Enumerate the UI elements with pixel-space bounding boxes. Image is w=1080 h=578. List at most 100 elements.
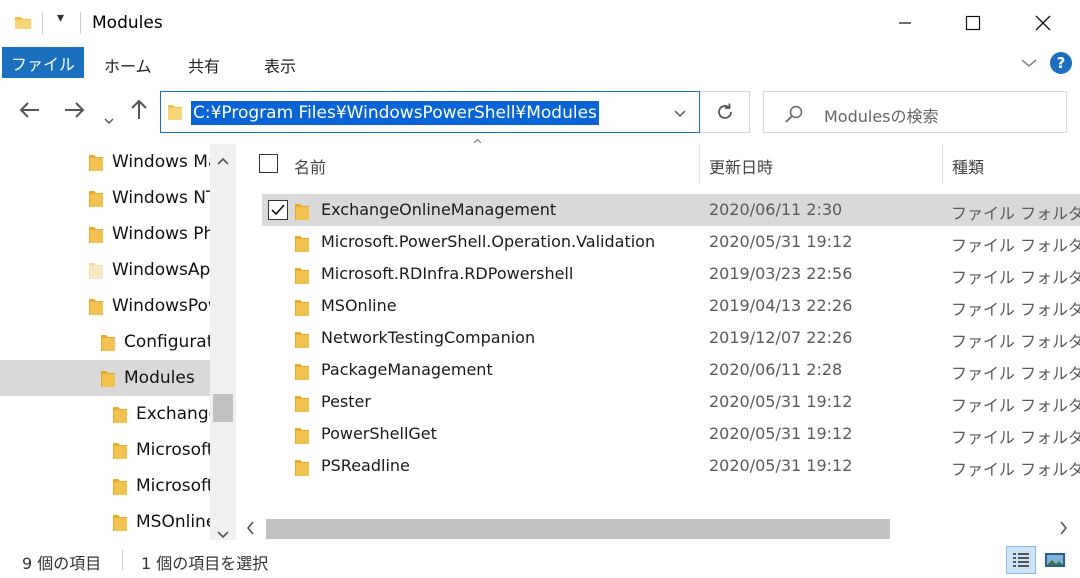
quick-access-dropdown[interactable]: ▾ <box>57 10 64 26</box>
tree-item-windows-mail[interactable]: Windows Mail <box>0 144 210 180</box>
minimize-icon <box>899 22 911 24</box>
file-row[interactable]: ExchangeOnlineManagement 2020/06/11 2:30… <box>262 194 1080 226</box>
column-divider[interactable] <box>942 144 943 184</box>
title-separator <box>80 12 81 34</box>
tree-item-label: Microsoft.RDInfra.RDPowershell <box>136 476 210 496</box>
forward-button[interactable] <box>64 100 86 124</box>
file-name: ExchangeOnlineManagement <box>321 200 557 219</box>
tab-share[interactable]: 共有 <box>188 53 220 77</box>
column-date-modified[interactable]: 更新日時 <box>709 154 773 178</box>
tab-view[interactable]: 表示 <box>264 53 296 77</box>
title-separator <box>42 12 43 34</box>
column-header: ^ 名前 更新日時 種類 <box>236 138 1080 184</box>
file-row[interactable]: PSReadline 2020/05/31 19:12 ファイル フォルダー <box>262 450 1080 482</box>
file-list: ^ 名前 更新日時 種類 ExchangeOnlineManagement 20… <box>236 138 1080 540</box>
scroll-down-icon[interactable] <box>217 524 229 540</box>
maximize-button[interactable] <box>938 0 1008 46</box>
up-button[interactable] <box>130 98 148 125</box>
navigation-bar: C:¥Program Files¥WindowsPowerShell¥Modul… <box>0 80 1080 144</box>
tree-item-label: Windows Mail <box>112 152 210 172</box>
file-date: 2020/05/31 19:12 <box>709 456 853 475</box>
file-type: ファイル フォルダー <box>951 236 1080 255</box>
file-row[interactable]: PowerShellGet 2020/05/31 19:12 ファイル フォルダ… <box>262 418 1080 450</box>
address-bar[interactable]: C:¥Program Files¥WindowsPowerShell¥Modul… <box>160 91 700 133</box>
file-name: Microsoft.PowerShell.Operation.Validatio… <box>321 232 656 251</box>
back-button[interactable] <box>18 100 40 124</box>
file-explorer-window: ▾ Modules ファイル ホーム 共有 表示 ? C:¥Program Fi… <box>0 0 1080 578</box>
file-row[interactable]: Microsoft.PowerShell.Operation.Validatio… <box>262 226 1080 258</box>
row-checkbox[interactable] <box>268 200 288 220</box>
details-view-button[interactable] <box>1006 546 1036 574</box>
column-type[interactable]: 種類 <box>952 154 984 178</box>
scrollbar-thumb[interactable] <box>266 519 890 539</box>
scroll-right-icon[interactable] <box>1060 520 1068 539</box>
column-divider[interactable] <box>699 144 700 184</box>
scroll-left-icon[interactable] <box>246 520 254 539</box>
checkmark-icon <box>271 204 285 216</box>
select-all-checkbox[interactable] <box>259 154 278 173</box>
tree-item-microsoft-powershell[interactable]: Microsoft.PowerShell.Operation.Validatio… <box>0 432 210 468</box>
folder-icon <box>113 479 127 495</box>
folder-icon <box>89 155 103 171</box>
folder-icon <box>295 236 309 252</box>
file-type: ファイル フォルダー <box>951 268 1080 287</box>
folder-icon <box>295 460 309 476</box>
folder-icon <box>89 299 103 315</box>
file-date: 2020/05/31 19:12 <box>709 424 853 443</box>
help-icon[interactable]: ? <box>1050 52 1072 74</box>
selected-count: 1 個の項目を選択 <box>141 554 269 573</box>
file-row[interactable]: NetworkTestingCompanion 2019/12/07 22:26… <box>262 322 1080 354</box>
folder-icon <box>295 268 309 284</box>
tree-item-label: MSOnline <box>136 512 210 532</box>
file-row[interactable]: MSOnline 2019/04/13 22:26 ファイル フォルダー <box>262 290 1080 322</box>
folder-icon <box>295 204 309 220</box>
tree-item-windowspowershell[interactable]: WindowsPowerShell <box>0 288 210 324</box>
minimize-button[interactable] <box>870 0 940 46</box>
close-button[interactable] <box>1008 0 1078 46</box>
address-dropdown-chevron-icon[interactable] <box>673 104 687 123</box>
tab-file[interactable]: ファイル <box>2 47 84 78</box>
tree-item-label: ExchangeOnlineManagement <box>136 404 210 424</box>
file-name: NetworkTestingCompanion <box>321 328 536 347</box>
tree-item-configuration[interactable]: Configuration <box>0 324 210 360</box>
expand-ribbon-chevron-icon[interactable] <box>1020 54 1038 73</box>
file-date: 2020/05/31 19:12 <box>709 392 853 411</box>
tree-item-windows-nt[interactable]: Windows NT <box>0 180 210 216</box>
file-list-horizontal-scrollbar[interactable] <box>236 516 1080 540</box>
window-title: Modules <box>92 13 163 33</box>
tree-item-windowsapps[interactable]: WindowsApps <box>0 252 210 288</box>
tree-item-label: Configuration <box>124 332 210 352</box>
folder-icon <box>101 371 115 387</box>
address-path[interactable]: C:¥Program Files¥WindowsPowerShell¥Modul… <box>191 101 599 125</box>
search-box[interactable]: Modulesの検索 <box>763 91 1067 133</box>
folder-icon <box>295 396 309 412</box>
folder-icon <box>113 443 127 459</box>
folder-icon <box>295 428 309 444</box>
tab-home[interactable]: ホーム <box>104 53 152 77</box>
large-icons-view-button[interactable] <box>1040 546 1070 574</box>
recent-locations-button[interactable] <box>104 106 114 130</box>
nav-pane-scrollbar[interactable] <box>210 144 236 540</box>
column-name[interactable]: 名前 <box>294 154 326 178</box>
scroll-up-icon[interactable] <box>217 150 229 169</box>
folder-icon <box>113 515 127 531</box>
tree-item-microsoft-rdinfra[interactable]: Microsoft.RDInfra.RDPowershell <box>0 468 210 504</box>
item-count: 9 個の項目 <box>22 554 102 573</box>
scrollbar-thumb[interactable] <box>213 394 233 422</box>
file-row[interactable]: Microsoft.RDInfra.RDPowershell 2019/03/2… <box>262 258 1080 290</box>
tree-item-windows-photo-viewer[interactable]: Windows Photo Viewer <box>0 216 210 252</box>
file-row[interactable]: PackageManagement 2020/06/11 2:28 ファイル フ… <box>262 354 1080 386</box>
refresh-button[interactable] <box>700 91 750 133</box>
file-row[interactable]: Pester 2020/05/31 19:12 ファイル フォルダー <box>262 386 1080 418</box>
refresh-icon <box>717 103 732 119</box>
folder-icon <box>113 407 127 423</box>
tree-item-exchangeonlinemanagement[interactable]: ExchangeOnlineManagement <box>0 396 210 432</box>
tree-item-msonline[interactable]: MSOnline <box>0 504 210 540</box>
file-type: ファイル フォルダー <box>951 300 1080 319</box>
file-type: ファイル フォルダー <box>951 460 1080 479</box>
file-type: ファイル フォルダー <box>951 204 1080 223</box>
tree-item-modules[interactable]: Modules <box>0 360 210 396</box>
search-placeholder[interactable]: Modulesの検索 <box>824 103 939 127</box>
details-view-icon <box>1013 553 1029 567</box>
file-name: Pester <box>321 392 371 411</box>
